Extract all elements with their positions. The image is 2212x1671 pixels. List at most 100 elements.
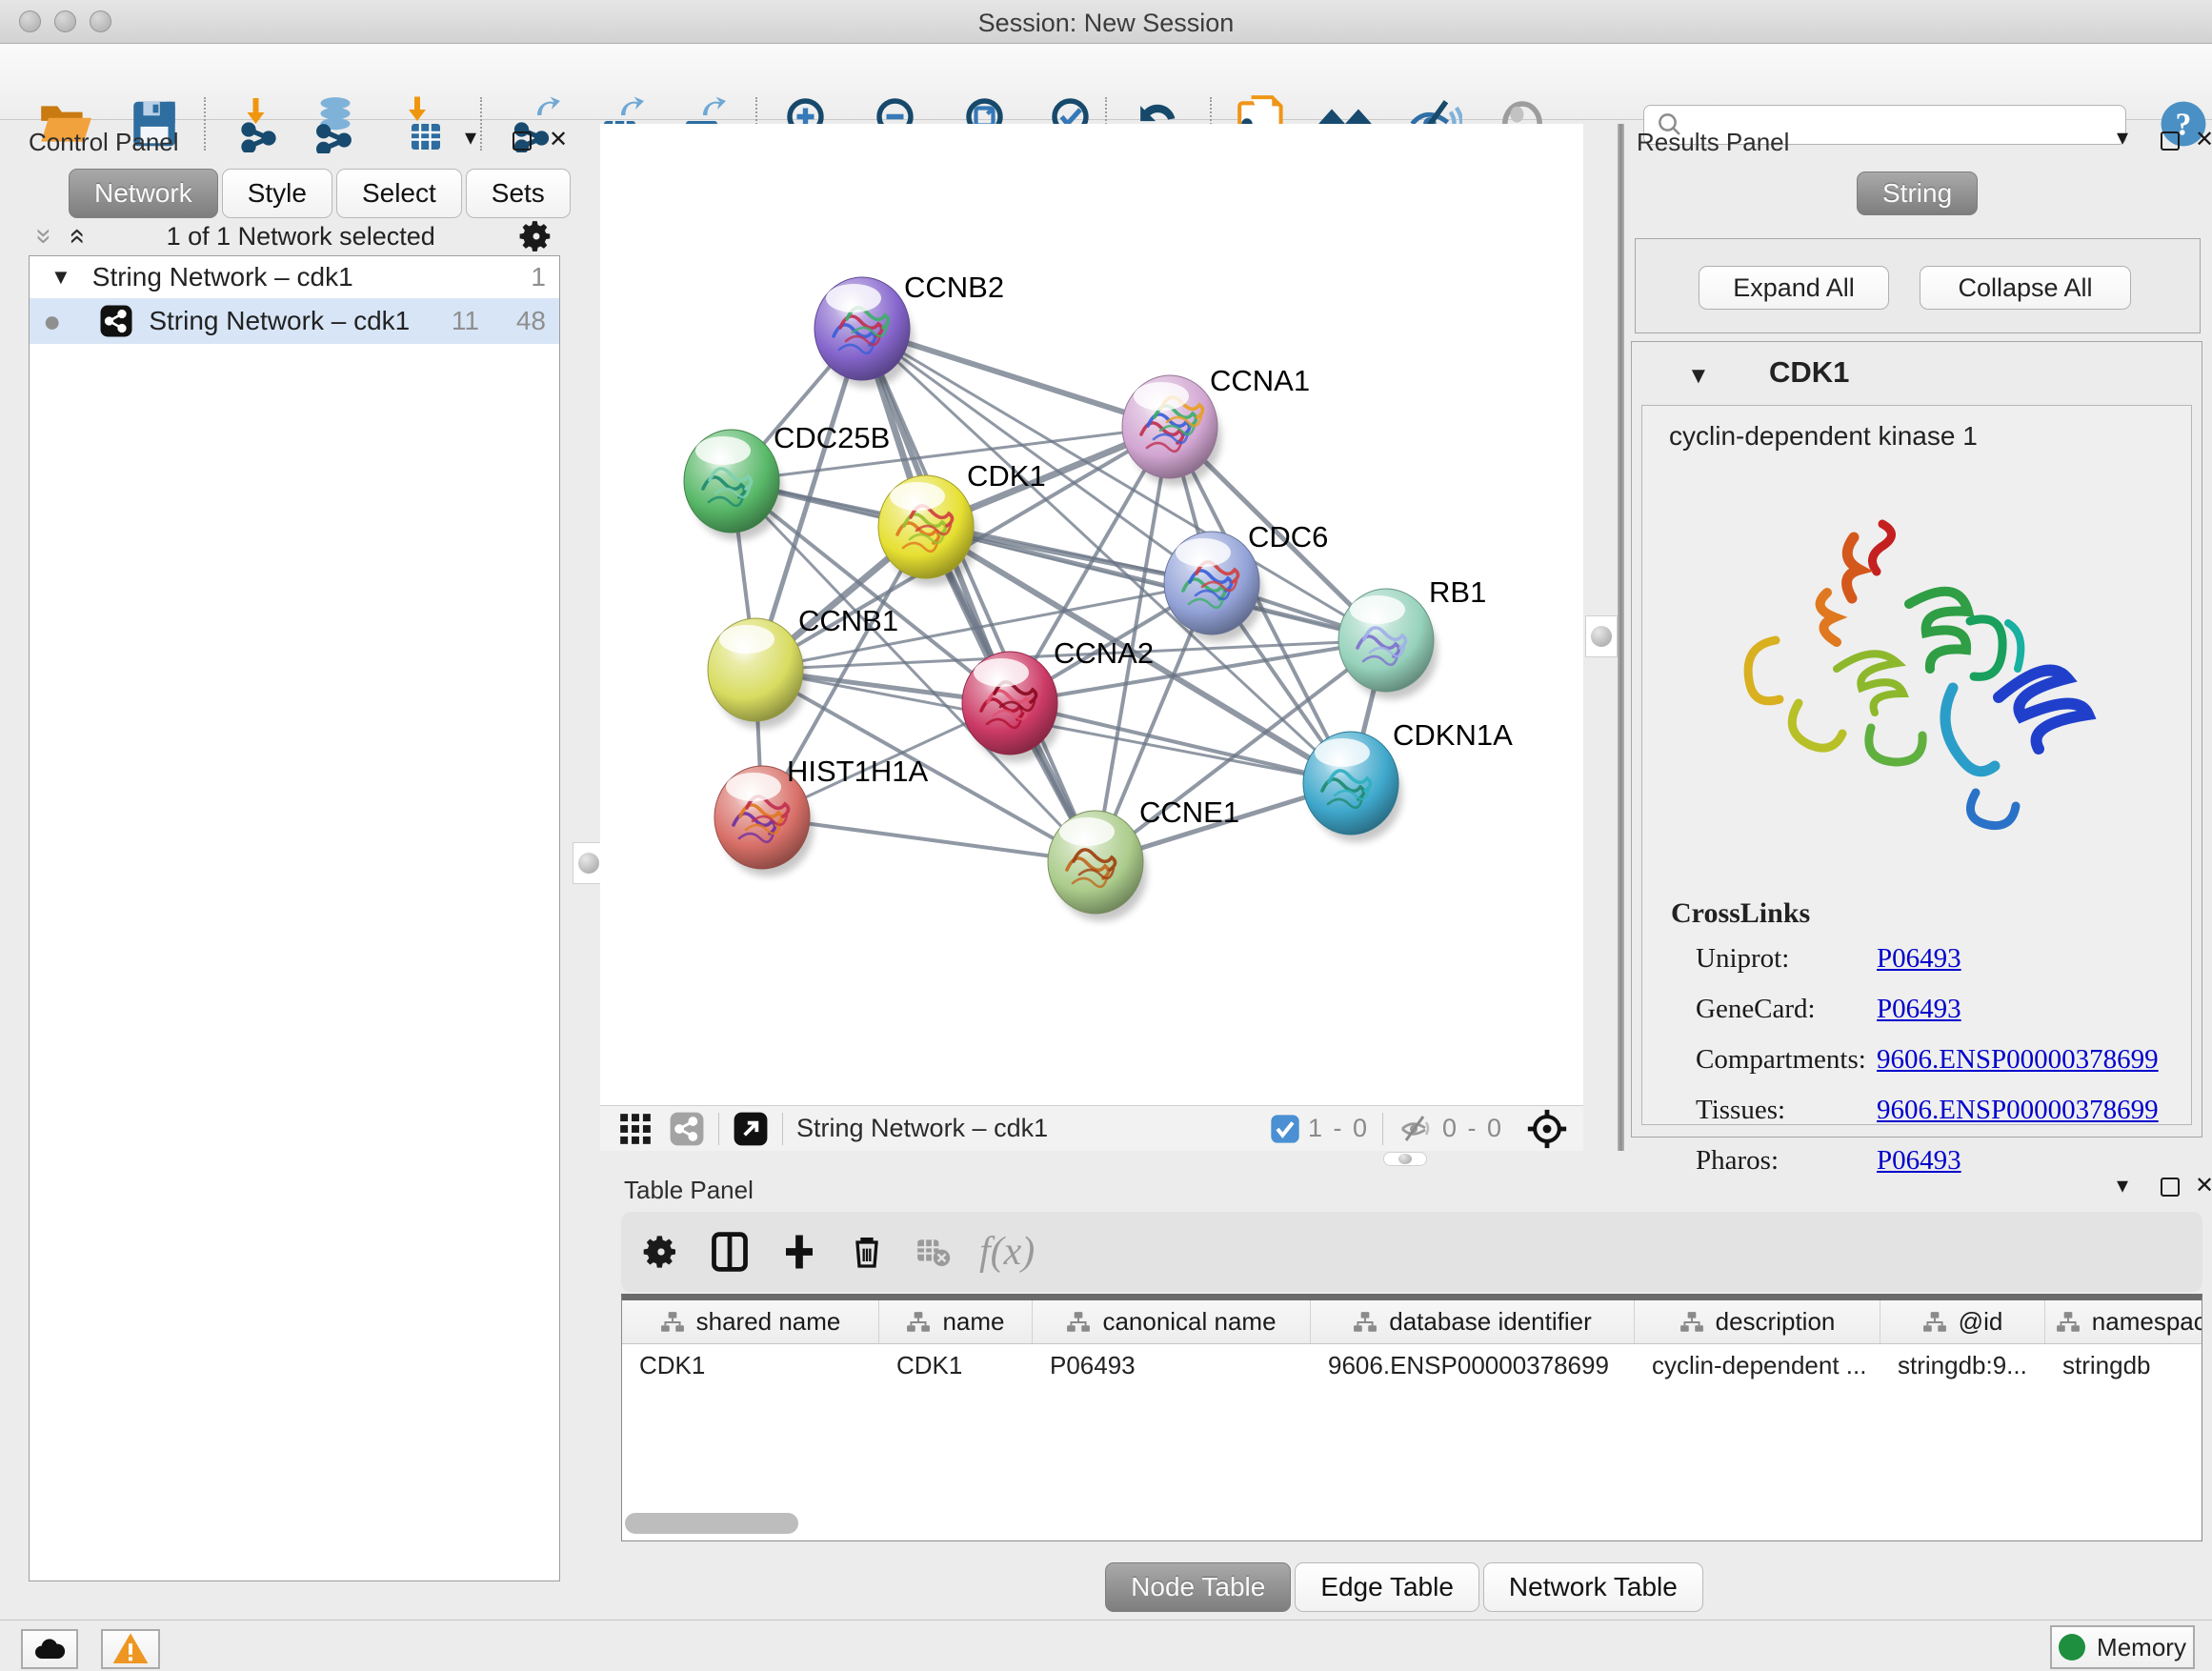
cloud-icon [30,1630,69,1668]
column-header-@id[interactable]: @id [1880,1300,2045,1343]
column-header-name[interactable]: name [879,1300,1033,1343]
import-table-icon[interactable] [392,93,453,154]
scrollbar-thumb[interactable] [625,1513,798,1534]
crosslink-label: Tissues: [1696,1095,1877,1126]
node-CCNA1[interactable]: CCNA1 [1122,364,1310,486]
tab-node-table[interactable]: Node Table [1105,1562,1291,1612]
warning-button[interactable] [101,1629,160,1669]
protein-result-card: ▼ CDK1 cyclin-dependent kinase 1 CrossLi… [1631,341,2202,1137]
control-panel-float-icon[interactable]: ▾ [465,124,476,151]
node-label-CCNE1: CCNE1 [1139,795,1239,829]
tab-edge-table[interactable]: Edge Table [1295,1562,1479,1612]
crosslink-row: Uniprot:P06493 [1696,943,2191,994]
results-panel-close-icon[interactable]: ✕ [2195,126,2212,153]
collapse-all-networks-icon[interactable]: » [59,229,91,245]
crosslink-label: GeneCard: [1696,994,1877,1025]
right-splitter-handle[interactable] [1585,615,1618,657]
memory-status-dot [2059,1634,2085,1661]
memory-label: Memory [2097,1633,2186,1662]
protein-expander-icon[interactable]: ▼ [1687,363,1710,390]
protein-structure-image [1684,478,2132,859]
crosslink-value-link[interactable]: 9606.ENSP00000378699 [1877,1044,2159,1076]
status-bar [0,1620,2212,1671]
crosslink-label: Compartments: [1696,1044,1877,1076]
column-header-shared-name[interactable]: shared name [622,1300,879,1343]
network-graph[interactable]: CCNB2CCNA1CDC25BCDK1CDC6RB1CCNB1CCNA2CDK… [600,124,1583,1105]
table-cell: stringdb:9... [1880,1344,2045,1386]
toolbar-separator [204,97,206,151]
column-header-canonical-name[interactable]: canonical name [1033,1300,1311,1343]
crosslink-value-link[interactable]: P06493 [1877,1145,1961,1177]
network-view-footer: String Network – cdk1 1 - 0 0 - 0 [600,1105,1583,1151]
import-network-database-icon[interactable] [305,93,366,154]
network-tree-child-row[interactable]: ● String Network – cdk1 11 48 [30,298,559,344]
collapse-all-button[interactable]: Collapse All [1920,266,2131,310]
import-network-file-icon[interactable] [232,93,293,154]
table-cell: P06493 [1033,1344,1311,1386]
fit-content-crosshair-icon[interactable] [1526,1108,1568,1150]
selected-checkbox-icon[interactable] [1270,1114,1300,1144]
tab-style[interactable]: Style [222,169,332,218]
cloud-button[interactable] [21,1629,78,1669]
node-CCNB2[interactable]: CCNB2 [814,271,1004,388]
table-header-row: shared namenamecanonical namedatabase id… [622,1300,2202,1344]
open-in-window-icon[interactable] [733,1111,769,1147]
column-header-description[interactable]: description [1635,1300,1880,1343]
table-panel-close-icon[interactable]: ✕ [2195,1172,2212,1199]
network-tree-root-row[interactable]: ▼ String Network – cdk1 1 [30,256,559,298]
control-panel-close-icon[interactable]: ✕ [549,126,568,153]
create-column-plus-icon[interactable] [779,1232,819,1272]
network-options-gear-icon[interactable] [518,218,554,254]
tree-expander-icon[interactable]: ▼ [50,265,71,290]
delete-column-trash-icon[interactable] [848,1233,886,1271]
show-columns-icon[interactable] [709,1231,751,1273]
birds-eye-grid-icon[interactable] [617,1111,654,1147]
table-cell: cyclin-dependent ... [1635,1344,1880,1386]
tab-select[interactable]: Select [336,169,462,218]
crosslinks-title: CrossLinks [1671,897,2191,930]
node-HIST1H1A[interactable]: HIST1H1A [714,755,928,876]
selected-counter: 1 - 0 [1308,1114,1369,1143]
expand-all-button[interactable]: Expand All [1699,266,1889,310]
crosslink-value-link[interactable]: P06493 [1877,943,1961,975]
results-panel-maximize-icon[interactable] [2161,131,2180,151]
table-panel-maximize-icon[interactable] [2161,1178,2180,1197]
table-horizontal-scrollbar[interactable] [625,1513,2197,1536]
table-settings-gear-icon[interactable] [642,1233,680,1271]
tab-network[interactable]: Network [69,169,218,218]
node-RB1[interactable]: RB1 [1338,575,1486,699]
crosslink-value-link[interactable]: 9606.ENSP00000378699 [1877,1095,2159,1126]
column-header-database-identifier[interactable]: database identifier [1311,1300,1635,1343]
tab-network-table[interactable]: Network Table [1483,1562,1703,1612]
node-CDC6[interactable]: CDC6 [1164,520,1328,642]
main-toolbar: ? [0,44,2212,120]
results-panel-float-icon[interactable]: ▾ [2117,124,2128,151]
node-CDKN1A[interactable]: CDKN1A [1303,718,1513,842]
tab-string[interactable]: String [1857,171,1978,215]
node-CDK1[interactable]: CDK1 [878,459,1046,586]
tab-sets[interactable]: Sets [466,169,571,218]
network-share-gray-icon[interactable] [669,1111,705,1147]
table-panel-float-icon[interactable]: ▾ [2117,1172,2128,1199]
crosslink-value-link[interactable]: P06493 [1877,994,1961,1025]
node-label-CCNB2: CCNB2 [904,271,1004,304]
node-CDC25B[interactable]: CDC25B [684,421,890,540]
title-bar: Session: New Session [0,0,2212,44]
node-label-CDK1: CDK1 [967,459,1046,493]
function-builder-icon: f(x) [979,1229,1035,1275]
table-cell: stringdb [2045,1344,2202,1386]
crosslink-row: Compartments:9606.ENSP00000378699 [1696,1044,2191,1095]
memory-button[interactable]: Memory [2050,1625,2195,1669]
horizontal-splitter-handle[interactable] [1383,1152,1427,1166]
node-label-CCNA1: CCNA1 [1210,364,1310,397]
table-row[interactable]: CDK1CDK1P064939606.ENSP00000378699cyclin… [622,1344,2202,1386]
node-label-CDC25B: CDC25B [774,421,890,454]
panel-divider [1618,124,1624,1151]
expand-all-networks-icon[interactable]: » [28,229,60,245]
table-cell: CDK1 [879,1344,1033,1386]
column-header-namespace[interactable]: namespace [2045,1300,2202,1343]
node-CCNB1[interactable]: CCNB1 [708,604,898,729]
edge-count: 48 [479,306,546,336]
node-CCNE1[interactable]: CCNE1 [1048,795,1239,921]
control-panel-maximize-icon[interactable] [513,131,532,151]
